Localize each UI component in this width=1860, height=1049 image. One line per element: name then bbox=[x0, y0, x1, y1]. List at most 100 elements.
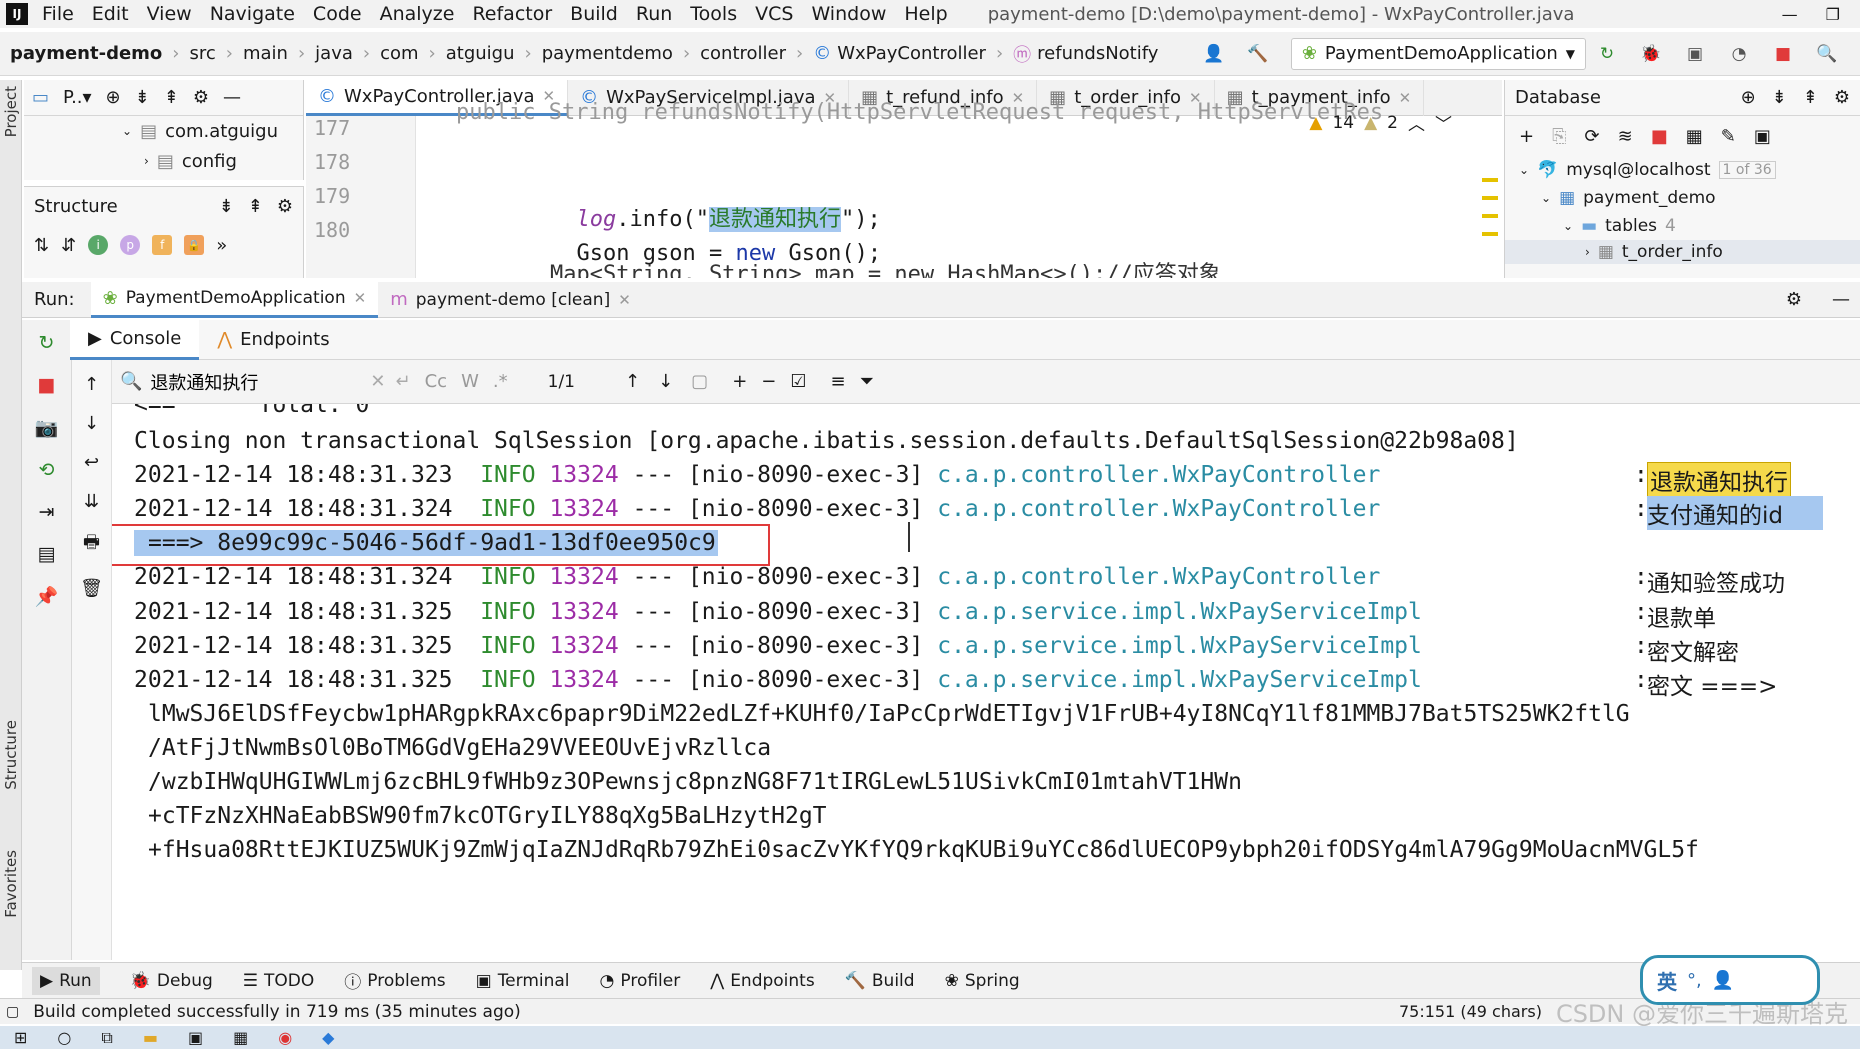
exit-icon[interactable]: ⇥ bbox=[39, 501, 55, 523]
minimize-icon[interactable]: — bbox=[1782, 5, 1798, 24]
caret-position[interactable]: 75:151 (49 chars) bbox=[1399, 1002, 1542, 1021]
menu-item-run[interactable]: Run bbox=[636, 3, 672, 25]
menu-item-vcs[interactable]: VCS bbox=[755, 3, 793, 25]
run-tab[interactable]: ❀ PaymentDemoApplication ✕ bbox=[90, 281, 379, 318]
windows-start-icon[interactable]: ⊞ bbox=[14, 1028, 27, 1047]
close-icon[interactable]: ✕ bbox=[618, 291, 631, 309]
coverage-icon[interactable]: ▣ bbox=[1684, 43, 1706, 65]
status-toggle-icon[interactable]: ▢ bbox=[6, 1004, 19, 1020]
more-icon[interactable]: » bbox=[216, 235, 227, 256]
menu-item-refactor[interactable]: Refactor bbox=[472, 3, 552, 25]
menu-item-help[interactable]: Help bbox=[904, 3, 947, 25]
hide-icon[interactable]: — bbox=[1832, 289, 1850, 310]
search-input[interactable] bbox=[150, 371, 371, 392]
clear-search-icon[interactable]: ✕ bbox=[370, 371, 385, 392]
project-view-dropdown[interactable]: P..▾ bbox=[63, 87, 92, 108]
remove-occurrence-icon[interactable]: − bbox=[761, 371, 776, 392]
chevron-up-icon[interactable]: ︿ bbox=[1408, 110, 1425, 135]
select-all-icon[interactable]: ▢ bbox=[691, 371, 708, 392]
properties-filter-icon[interactable]: p bbox=[120, 235, 141, 255]
search-everywhere-icon[interactable]: 🔍 bbox=[1816, 43, 1838, 65]
datasource-item[interactable]: ⌄ 🐬 mysql@localhost 1 of 36 bbox=[1505, 156, 1860, 184]
menu-item-edit[interactable]: Edit bbox=[92, 3, 129, 25]
globe-icon[interactable]: ⊕ bbox=[1741, 87, 1756, 108]
profiler-icon[interactable]: ◔ bbox=[1728, 43, 1750, 65]
whole-words-toggle[interactable]: W bbox=[461, 371, 479, 392]
pin-icon[interactable]: 📌 bbox=[35, 585, 59, 608]
table-icon[interactable]: ▦ bbox=[1686, 126, 1703, 147]
arrow-down-icon[interactable]: ↓ bbox=[84, 413, 99, 434]
lock-icon[interactable]: 🔒 bbox=[184, 235, 205, 255]
gear-icon[interactable]: ⚙ bbox=[193, 87, 209, 108]
next-match-icon[interactable]: ↓ bbox=[658, 371, 673, 392]
menu-item-navigate[interactable]: Navigate bbox=[210, 3, 295, 25]
menu-item-view[interactable]: View bbox=[147, 3, 192, 25]
hide-icon[interactable]: — bbox=[223, 87, 241, 108]
camera-icon[interactable]: 📷 bbox=[35, 416, 59, 439]
table-item-t-order-info[interactable]: › ▦ t_order_info bbox=[1505, 240, 1860, 264]
tables-item[interactable]: ⌄ ▬ tables 4 bbox=[1505, 212, 1860, 240]
regex-toggle[interactable]: .* bbox=[493, 371, 508, 392]
intellij-taskbar-icon[interactable]: ▣ bbox=[188, 1028, 203, 1047]
sort-icon[interactable]: ⇟ bbox=[219, 196, 234, 217]
gear-icon[interactable]: ⚙ bbox=[1834, 87, 1850, 108]
stop-icon[interactable]: ■ bbox=[38, 374, 56, 396]
expand-all-icon[interactable]: ⇟ bbox=[135, 87, 150, 108]
stop-icon[interactable]: ■ bbox=[1772, 43, 1794, 65]
tree-item-com-atguigu[interactable]: ⌄ ▤ com.atguigu bbox=[24, 116, 303, 146]
menu-item-file[interactable]: File bbox=[42, 3, 74, 25]
breadcrumb-item[interactable]: refundsNotify bbox=[1037, 43, 1158, 64]
tree-item-config[interactable]: › ▤ config bbox=[24, 146, 303, 176]
code-editor[interactable]: public String refundsNotify(HttpServletR… bbox=[306, 100, 1502, 278]
add-occurrence-icon[interactable]: + bbox=[732, 371, 747, 392]
sort-alpha-icon[interactable]: ⇅ bbox=[34, 235, 49, 256]
arrow-up-icon[interactable]: ↑ bbox=[84, 374, 99, 395]
previous-match-icon[interactable]: ↑ bbox=[625, 371, 640, 392]
tab-console[interactable]: ▶ Console bbox=[70, 319, 200, 360]
toolwindow-profiler[interactable]: ◔ Profiler bbox=[600, 971, 681, 991]
app-taskbar-icon[interactable]: ▦ bbox=[233, 1028, 248, 1047]
toolwindow-build[interactable]: 🔨 Build bbox=[845, 971, 915, 991]
menu-item-code[interactable]: Code bbox=[313, 3, 362, 25]
match-case-toggle[interactable]: Cc bbox=[425, 371, 447, 392]
debug-icon[interactable]: 🐞 bbox=[1640, 43, 1662, 65]
rerun-icon[interactable]: ↻ bbox=[1596, 43, 1618, 65]
scroll-end-icon[interactable]: ⇊ bbox=[84, 491, 99, 512]
menu-item-build[interactable]: Build bbox=[570, 3, 618, 25]
gear-icon[interactable]: ⚙ bbox=[1786, 289, 1802, 310]
toolwindow-endpoints[interactable]: ⋀ Endpoints bbox=[710, 971, 814, 991]
toolwindow-todo[interactable]: ☰ TODO bbox=[243, 971, 315, 991]
select-occurrences-icon[interactable]: ☑ bbox=[790, 371, 806, 392]
toolwindow-terminal[interactable]: ▣ Terminal bbox=[476, 971, 570, 991]
tab-endpoints[interactable]: ⋀ Endpoints bbox=[199, 320, 347, 360]
breadcrumb-item[interactable]: payment-demo bbox=[10, 43, 162, 64]
menu-item-analyze[interactable]: Analyze bbox=[380, 3, 455, 25]
inherited-filter-icon[interactable]: i bbox=[88, 235, 109, 255]
edit-icon[interactable]: ✎ bbox=[1721, 126, 1736, 147]
schema-icon[interactable]: ≋ bbox=[1618, 126, 1633, 147]
maximize-icon[interactable]: ❐ bbox=[1826, 5, 1840, 24]
toolwindow-run[interactable]: ▶ Run bbox=[32, 966, 100, 995]
breadcrumb-item[interactable]: controller bbox=[700, 43, 786, 64]
inspection-widget[interactable]: ▲ 14 ▲ 2 ︿ ﹀ bbox=[1309, 110, 1452, 136]
toolwindow-spring[interactable]: ❀ Spring bbox=[945, 971, 1020, 991]
vscode-icon[interactable]: ◆ bbox=[322, 1028, 334, 1047]
add-icon[interactable]: + bbox=[1519, 126, 1534, 147]
close-icon[interactable]: ✕ bbox=[1399, 89, 1412, 107]
ime-widget[interactable]: 英 °, 👤 bbox=[1640, 955, 1820, 1005]
menu-item-window[interactable]: Window bbox=[811, 3, 886, 25]
menu-item-tools[interactable]: Tools bbox=[690, 3, 737, 25]
breadcrumb-item[interactable]: java bbox=[315, 43, 353, 64]
schema-item[interactable]: ⌄ ▦ payment_demo bbox=[1505, 184, 1860, 212]
toolwindow-debug[interactable]: 🐞 Debug bbox=[130, 971, 213, 991]
breadcrumb-item[interactable]: src bbox=[189, 43, 215, 64]
trash-icon[interactable]: 🗑 bbox=[80, 578, 103, 599]
multiline-icon[interactable]: ≡ bbox=[831, 371, 846, 392]
sort-visibility-icon[interactable]: ⇵ bbox=[61, 235, 76, 256]
structure-tool-button[interactable]: Structure bbox=[2, 720, 20, 790]
restore-layout-icon[interactable]: ⟲ bbox=[39, 459, 55, 481]
collapse-icon[interactable]: ⇞ bbox=[248, 196, 263, 217]
collapse-icon[interactable]: ⇞ bbox=[1803, 87, 1818, 108]
print-icon[interactable]: 🖶 bbox=[83, 530, 100, 560]
locate-icon[interactable]: ⊕ bbox=[106, 87, 121, 108]
